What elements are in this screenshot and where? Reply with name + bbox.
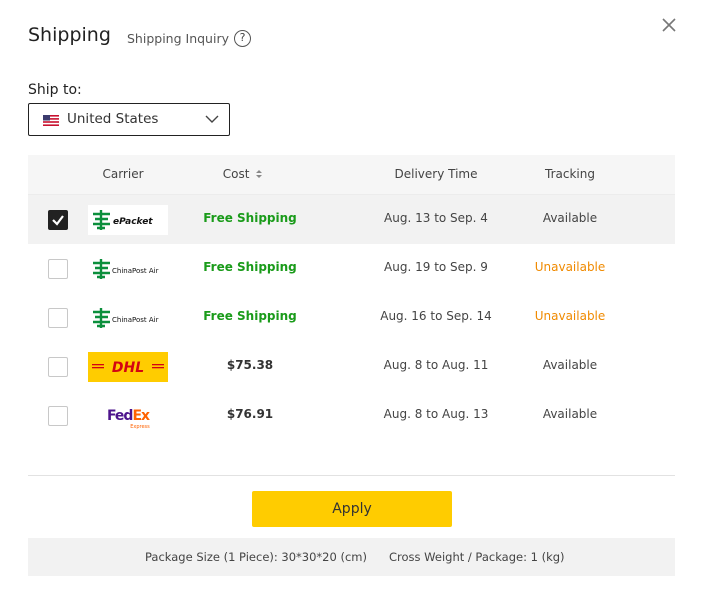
help-icon[interactable]: ? <box>234 30 251 47</box>
delivery-time: Aug. 8 to Aug. 13 <box>383 407 489 421</box>
delivery-time: Aug. 19 to Sep. 9 <box>384 260 488 274</box>
table-row[interactable]: ChinaPost Air Free Shipping Aug. 19 to S… <box>28 244 675 293</box>
sort-icon[interactable] <box>255 169 263 179</box>
cost-value: $76.91 <box>226 407 274 421</box>
table-row[interactable]: DHL $75.38 Aug. 8 to Aug. 11 Available <box>28 342 675 391</box>
tracking-status: Available <box>542 407 598 421</box>
divider <box>28 475 675 476</box>
epacket-logo: ePacket <box>88 205 168 235</box>
row-checkbox[interactable] <box>48 357 68 377</box>
tracking-status: Available <box>542 211 598 225</box>
delivery-time: Aug. 16 to Sep. 14 <box>380 309 492 323</box>
cost-value: Free Shipping <box>203 211 297 225</box>
row-checkbox[interactable] <box>48 210 68 230</box>
svg-text:FedEx: FedEx <box>107 408 150 424</box>
table-header: Carrier Cost Delivery Time Tracking <box>28 155 675 195</box>
row-checkbox[interactable] <box>48 308 68 328</box>
tracking-status: Unavailable <box>534 309 606 323</box>
dhl-logo: DHL <box>88 352 168 382</box>
column-header-cost[interactable]: Cost <box>218 167 268 181</box>
column-header-delivery-time: Delivery Time <box>394 167 478 181</box>
table-row[interactable]: ePacket Free Shipping Aug. 13 to Sep. 4 … <box>28 195 675 244</box>
svg-text:Express: Express <box>130 424 150 430</box>
svg-text:ChinaPost Air: ChinaPost Air <box>112 267 159 275</box>
package-info-bar: Package Size (1 Piece): 30*30*20 (cm) Cr… <box>28 538 675 576</box>
table-row[interactable]: ChinaPost Air Free Shipping Aug. 16 to S… <box>28 293 675 342</box>
tracking-status: Available <box>542 358 598 372</box>
us-flag-icon <box>43 115 59 126</box>
chinapost-logo: ChinaPost Air <box>93 259 159 279</box>
shipping-inquiry-link[interactable]: Shipping Inquiry <box>127 31 229 46</box>
delivery-time: Aug. 13 to Sep. 4 <box>384 211 488 225</box>
ship-to-label: Ship to: <box>28 82 82 98</box>
package-size: Package Size (1 Piece): 30*30*20 (cm) <box>145 550 367 564</box>
table-row[interactable]: FedEx Express $76.91 Aug. 8 to Aug. 13 A… <box>28 391 675 440</box>
cost-value: Free Shipping <box>203 260 297 274</box>
row-checkbox[interactable] <box>48 259 68 279</box>
svg-text:DHL: DHL <box>112 360 144 376</box>
check-icon <box>52 215 64 226</box>
chinapost-logo: ChinaPost Air <box>93 308 159 328</box>
chevron-down-icon <box>205 115 219 123</box>
delivery-time: Aug. 8 to Aug. 11 <box>383 358 489 372</box>
gross-weight: Cross Weight / Package: 1 (kg) <box>389 550 565 564</box>
fedex-logo: FedEx Express <box>107 408 151 430</box>
close-icon[interactable] <box>657 13 681 37</box>
column-header-cost-label: Cost <box>222 167 250 181</box>
tracking-status: Unavailable <box>534 260 606 274</box>
cost-value: Free Shipping <box>203 309 297 323</box>
dialog-title: Shipping <box>28 24 111 46</box>
svg-text:ChinaPost Air: ChinaPost Air <box>112 316 159 324</box>
apply-button[interactable]: Apply <box>252 491 452 527</box>
row-checkbox[interactable] <box>48 406 68 426</box>
country-select-value: United States <box>67 111 159 127</box>
country-select[interactable]: United States <box>28 103 230 136</box>
svg-text:ePacket: ePacket <box>113 217 153 227</box>
column-header-tracking: Tracking <box>545 167 595 181</box>
column-header-carrier: Carrier <box>102 167 144 181</box>
cost-value: $75.38 <box>226 358 274 372</box>
